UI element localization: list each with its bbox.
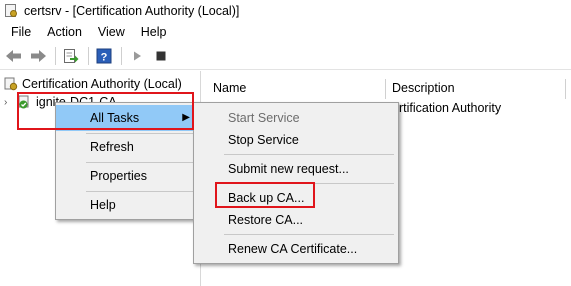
toolbar-separator — [55, 47, 56, 65]
chevron-right-icon[interactable]: › — [4, 97, 14, 108]
export-list-icon[interactable] — [60, 45, 82, 67]
context-menu-help[interactable]: Help — [56, 192, 198, 218]
menu-view[interactable]: View — [90, 22, 133, 42]
column-divider[interactable] — [565, 79, 566, 99]
column-divider[interactable] — [385, 79, 386, 99]
title-bar: certsrv - [Certification Authority (Loca… — [0, 0, 571, 22]
submenu-restore-ca[interactable]: Restore CA... — [194, 207, 398, 233]
context-menu-refresh[interactable]: Refresh — [56, 134, 198, 160]
column-header-description[interactable]: Description — [392, 77, 455, 99]
stop-icon[interactable] — [150, 45, 172, 67]
column-header-name[interactable]: Name — [213, 77, 246, 99]
toolbar-separator — [88, 47, 89, 65]
toolbar-separator — [121, 47, 122, 65]
submenu-renew-ca-certificate[interactable]: Renew CA Certificate... — [194, 236, 398, 262]
menu-help[interactable]: Help — [133, 22, 175, 42]
annotation-box-all-tasks — [17, 92, 194, 130]
row-description: ertification Authority — [392, 101, 502, 115]
menu-action[interactable]: Action — [39, 22, 90, 42]
play-icon[interactable] — [126, 45, 148, 67]
context-menu-properties[interactable]: Properties — [56, 163, 198, 189]
submenu-submit-request[interactable]: Submit new request... — [194, 156, 398, 182]
forward-arrow-icon[interactable] — [27, 45, 49, 67]
submenu-stop-service[interactable]: Stop Service — [194, 127, 398, 153]
svg-text:?: ? — [101, 52, 108, 64]
menu-file[interactable]: File — [3, 22, 39, 42]
annotation-box-back-up-ca — [215, 182, 315, 208]
help-icon[interactable]: ? — [93, 45, 115, 67]
toolbar: ? — [0, 43, 571, 70]
back-arrow-icon[interactable] — [3, 45, 25, 67]
menu-separator — [224, 154, 394, 155]
certificate-app-icon — [4, 4, 18, 18]
tree-root-node[interactable]: Certification Authority (Local) — [4, 77, 182, 91]
menu-bar: File Action View Help — [0, 22, 571, 42]
menu-separator — [224, 234, 394, 235]
certification-authority-icon — [4, 77, 18, 91]
window-title: certsrv - [Certification Authority (Loca… — [24, 4, 240, 18]
tree-root-label: Certification Authority (Local) — [22, 77, 182, 91]
